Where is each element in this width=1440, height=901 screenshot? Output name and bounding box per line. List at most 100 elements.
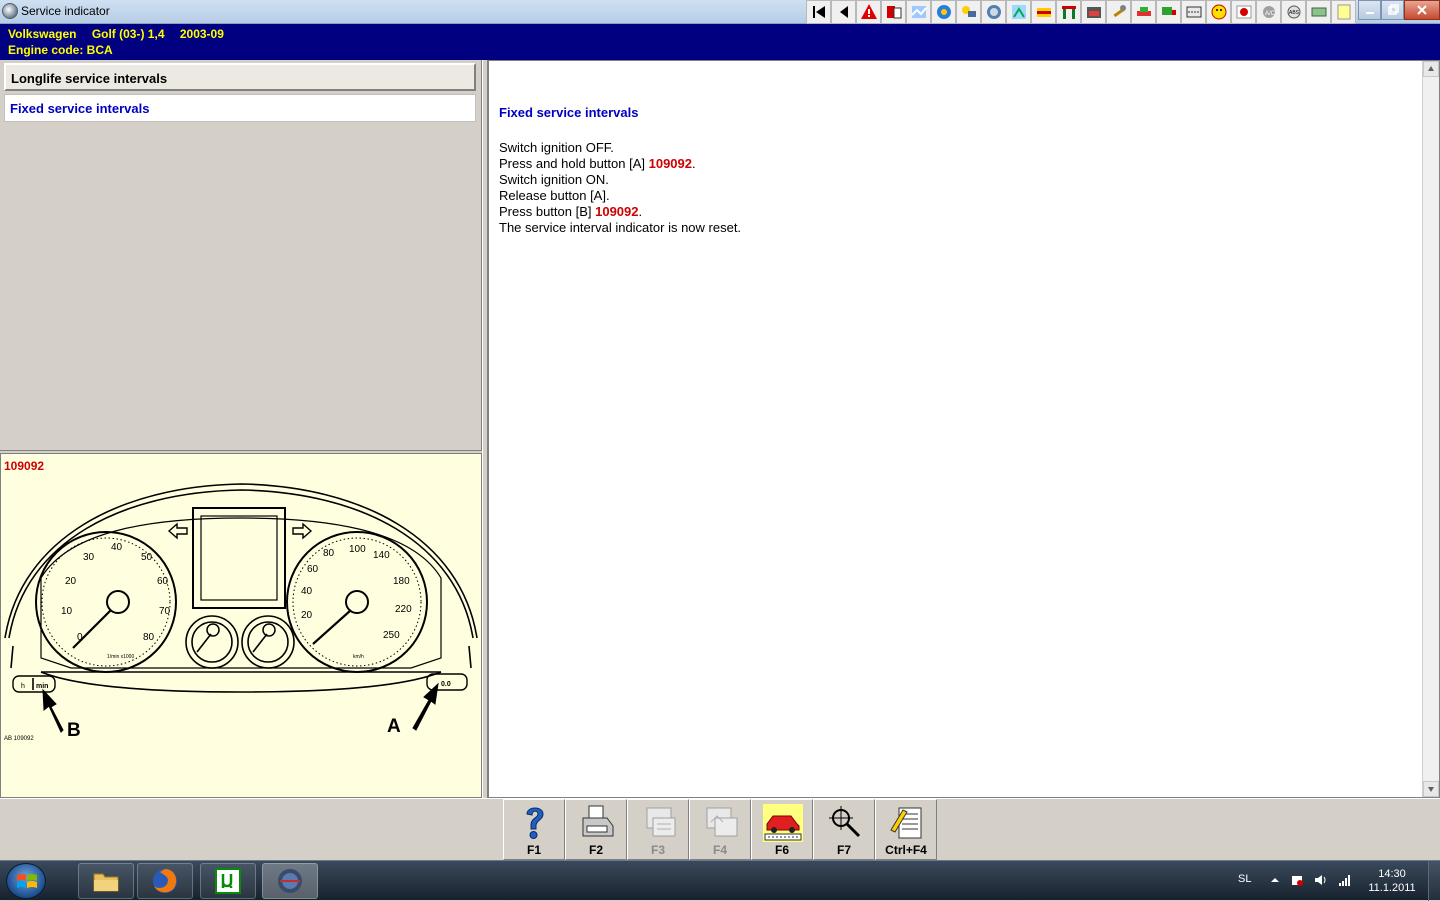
money-icon[interactable]: [1306, 0, 1331, 24]
printer-icon: [582, 805, 614, 837]
button-a-label: 0.0: [441, 681, 451, 688]
taskbar-explorer[interactable]: [78, 863, 134, 899]
speedo-tick-20: 20: [301, 610, 313, 621]
clock-time: 14:30: [1378, 868, 1406, 880]
show-desktop-button[interactable]: [1428, 861, 1440, 901]
step-1: Switch ignition OFF.: [499, 140, 614, 155]
tacho-unit-label: 1/min x1000: [107, 654, 134, 660]
nav-item-fixed-service[interactable]: Fixed service intervals: [4, 94, 476, 122]
show-hidden-icons-icon[interactable]: [1268, 873, 1282, 887]
f7-label: F7: [836, 843, 851, 857]
engine-code: Engine code: BCA: [8, 43, 113, 57]
step-4: Release button [A].: [499, 188, 610, 203]
taskbar-utorrent[interactable]: [200, 863, 256, 899]
app-logo-icon: [2, 3, 18, 19]
vehicle-make: Volkswagen: [8, 27, 77, 41]
scroll-down-icon[interactable]: [1423, 781, 1439, 797]
tacho-tick-10: 10: [61, 606, 73, 617]
instructions: Fixed service intervals Switch ignition …: [499, 105, 1399, 236]
clock[interactable]: 14:30 11.1.2011: [1362, 867, 1422, 895]
speedo-tick-140: 140: [373, 550, 390, 561]
search-magnifier-icon: [829, 806, 861, 838]
vehicle-date: 2003-09: [179, 27, 224, 41]
speedo-tick-250: 250: [383, 630, 400, 641]
warning-icon[interactable]: [856, 0, 881, 24]
speedo-tick-80: 80: [323, 548, 335, 559]
gear-blue-icon[interactable]: [931, 0, 956, 24]
content-pane: Fixed service intervals Switch ignition …: [488, 60, 1440, 798]
abs-icon[interactable]: ABS: [1281, 0, 1306, 24]
tacho-tick-30: 30: [83, 552, 95, 563]
back-icon[interactable]: [831, 0, 856, 24]
vehicle-model: Golf (03-) 1,4: [91, 27, 165, 41]
firefox-icon: [153, 869, 177, 893]
notepad-edit-icon: [890, 807, 922, 839]
wheel-icon[interactable]: [981, 0, 1006, 24]
instrument-cluster-figure: 0 10 20 30 40 50 60 70 80 1/min x1000 20…: [4, 483, 478, 742]
language-indicator[interactable]: SL: [1238, 873, 1251, 885]
note-yellow-icon[interactable]: [1331, 0, 1356, 24]
figure-code: AB 109092: [4, 736, 34, 742]
garage-icon[interactable]: [1081, 0, 1106, 24]
document-red-icon[interactable]: [881, 0, 906, 24]
folder-icon: [93, 873, 119, 892]
volume-icon[interactable]: [1314, 873, 1328, 887]
f3-notes-button: F3: [627, 799, 689, 860]
vertical-scrollbar[interactable]: [1422, 61, 1439, 797]
step-2: Press and hold button [A] 109092.: [499, 156, 696, 171]
car-vin-icon: [763, 804, 803, 842]
taskbar-firefox[interactable]: [137, 863, 193, 899]
utorrent-icon: [215, 868, 241, 894]
network-icon[interactable]: [1338, 873, 1352, 887]
notes-image-icon: [706, 807, 738, 837]
f6-vehicle-button[interactable]: F6: [751, 799, 813, 860]
f1-help-button[interactable]: F1: [503, 799, 565, 860]
map-icon[interactable]: [906, 0, 931, 24]
figure-ref-link[interactable]: 109092: [649, 156, 692, 171]
tools-icon[interactable]: [1106, 0, 1131, 24]
button-b-housing: [12, 675, 56, 693]
airbag-icon[interactable]: [1231, 0, 1256, 24]
nav-item-longlife-service[interactable]: Longlife service intervals: [4, 63, 476, 91]
clock-date: 11.1.2011: [1368, 882, 1416, 894]
car-green-icon[interactable]: [1131, 0, 1156, 24]
f1-label: F1: [526, 843, 541, 857]
f4-notes-button: F4: [689, 799, 751, 860]
speedo-unit-label: km/h: [353, 654, 364, 660]
close-button[interactable]: [1404, 0, 1440, 20]
first-page-icon[interactable]: [806, 0, 831, 24]
f6-label: F6: [774, 843, 789, 857]
arrow-b: [42, 688, 64, 733]
ctrl-f4-label: Ctrl+F4: [885, 843, 927, 857]
tacho-tick-50: 50: [141, 552, 153, 563]
taskbar-service-app[interactable]: [262, 863, 318, 899]
minimize-button[interactable]: [1358, 0, 1382, 20]
timing-belt-icon[interactable]: [1181, 0, 1206, 24]
windows-logo-icon: [17, 874, 37, 888]
parts-icon[interactable]: [956, 0, 981, 24]
truck-icon[interactable]: [1156, 0, 1181, 24]
lift-icon[interactable]: [1056, 0, 1081, 24]
tacho-tick-40: 40: [111, 542, 123, 553]
f7-search-button[interactable]: F7: [813, 799, 875, 860]
action-center-icon[interactable]: [1290, 873, 1304, 887]
figure-ref-link[interactable]: 109092: [595, 204, 638, 219]
app-window: Service indicator A/C ABS Volkswagen Gol…: [0, 0, 1440, 901]
function-bar: F1 F2 F3 F4 F6 F7 Ctrl+F4: [0, 798, 1440, 860]
start-button[interactable]: [6, 863, 46, 899]
arrow-a: [412, 682, 439, 731]
smiley-icon[interactable]: [1206, 0, 1231, 24]
restore-button[interactable]: [1381, 0, 1405, 20]
speedo-tick-220: 220: [395, 604, 412, 615]
ac-icon[interactable]: A/C: [1256, 0, 1281, 24]
diagram-icon[interactable]: [1006, 0, 1031, 24]
function-keys: F1 F2 F3 F4 F6 F7 Ctrl+F4: [503, 799, 937, 861]
window-controls: [1358, 0, 1440, 22]
left-nav-pane: Longlife service intervals Fixed service…: [0, 60, 482, 450]
tacho-tick-60: 60: [157, 576, 169, 587]
ctrl-f4-notepad-button[interactable]: Ctrl+F4: [875, 799, 937, 860]
f4-label: F4: [712, 843, 727, 857]
scroll-up-icon[interactable]: [1423, 61, 1439, 77]
f2-print-button[interactable]: F2: [565, 799, 627, 860]
battery-icon[interactable]: [1031, 0, 1056, 24]
